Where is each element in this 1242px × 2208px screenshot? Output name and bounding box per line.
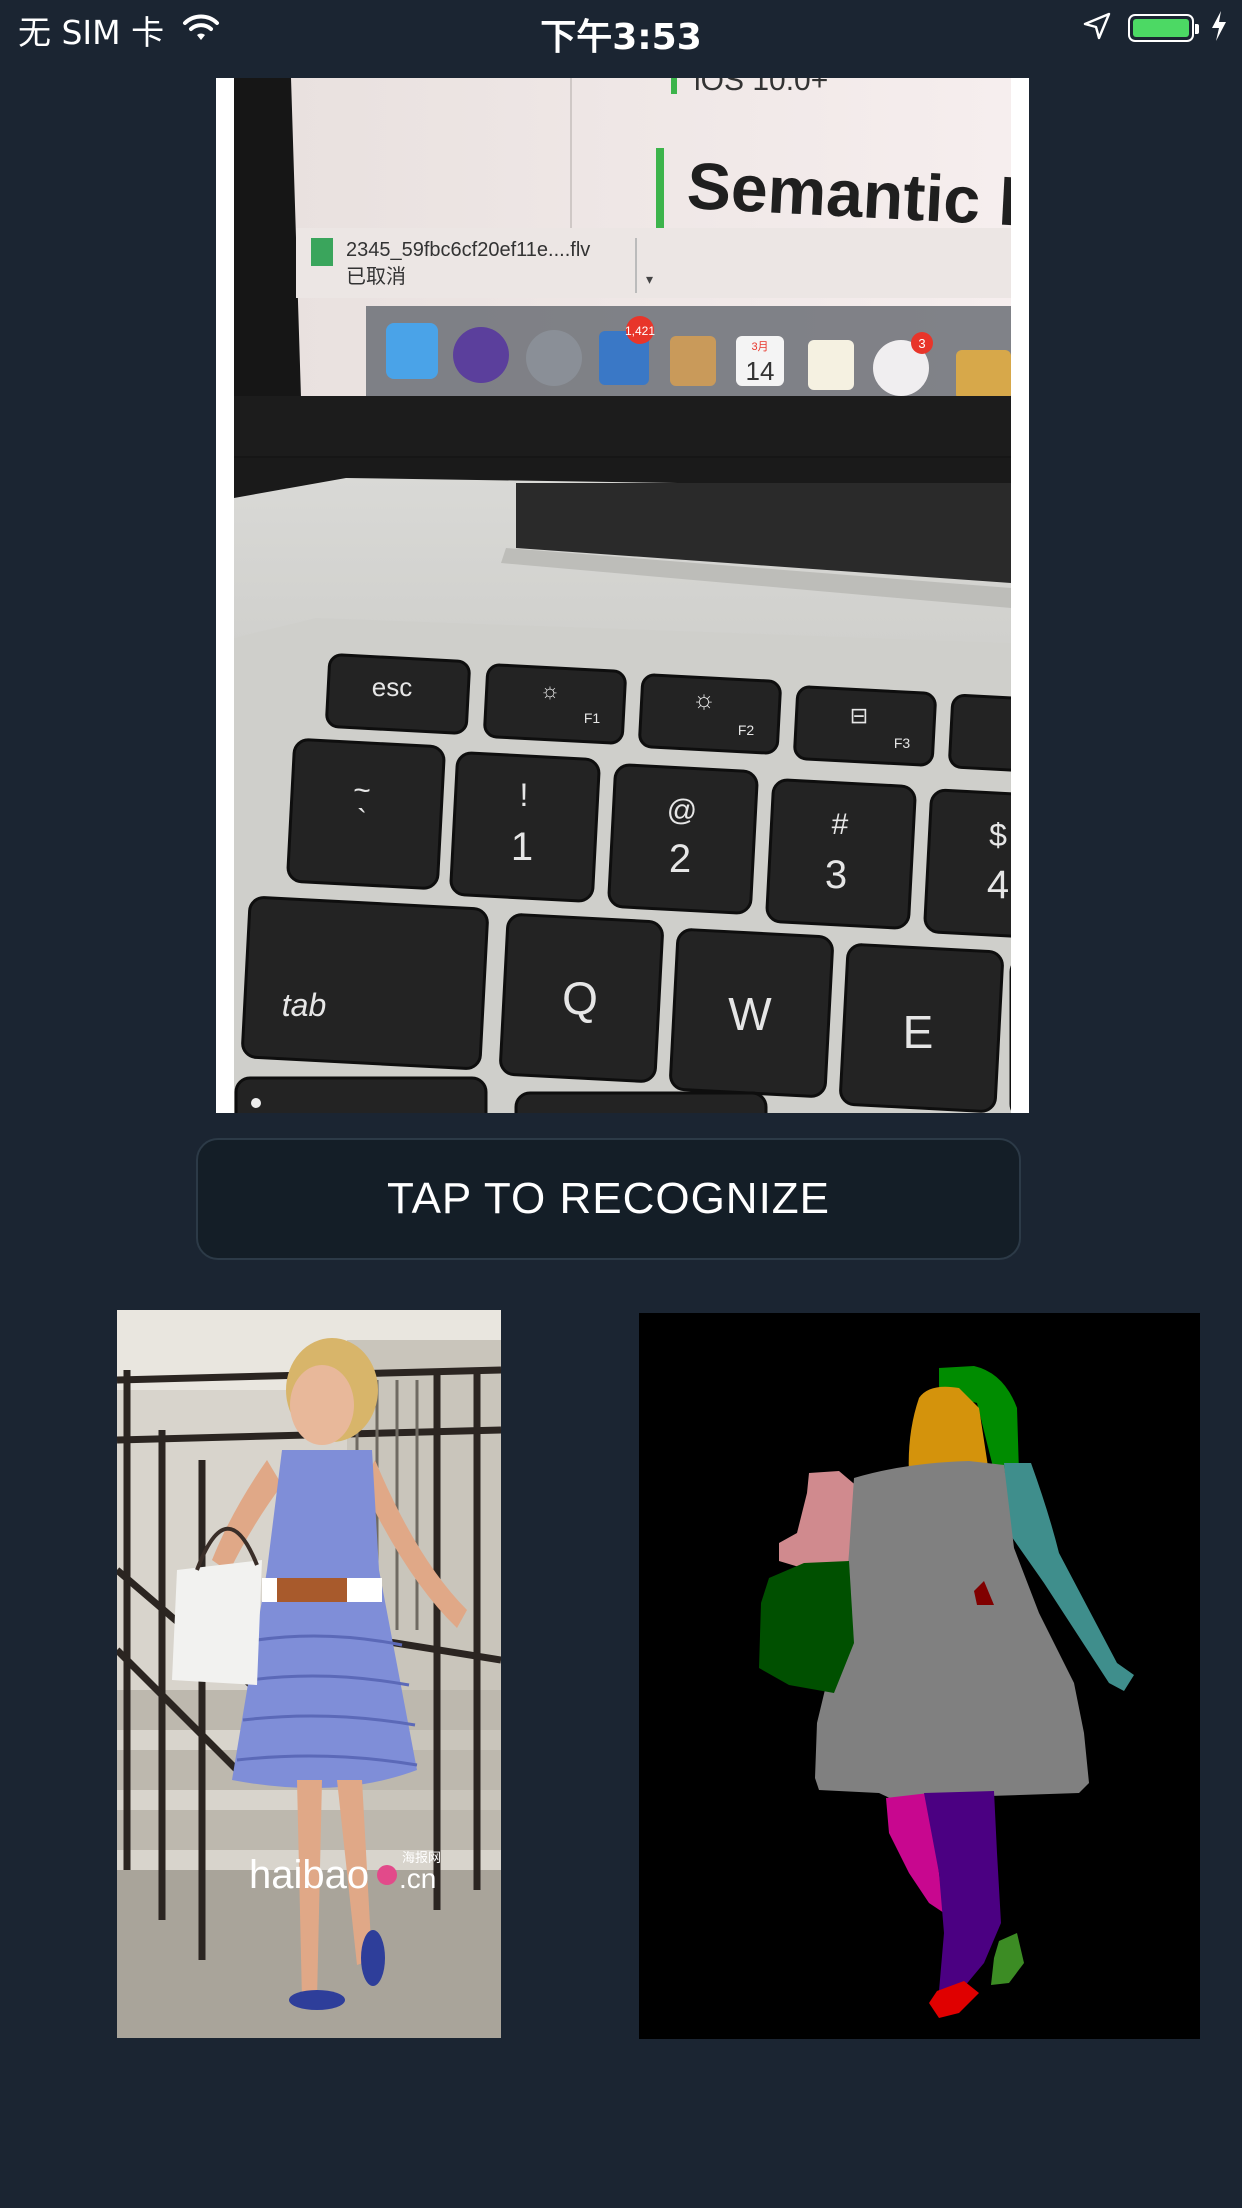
- key-esc: esc: [372, 672, 412, 702]
- status-time: 下午3:53: [540, 17, 702, 58]
- key-2-bottom: 2: [669, 837, 691, 881]
- notes-icon: [808, 340, 854, 390]
- download-filename: 2345_59fbc6cf20ef11e....flv: [346, 239, 590, 261]
- key-3-top: #: [832, 808, 849, 841]
- key-tilde-bottom: `: [357, 804, 367, 837]
- battery-icon: [1128, 14, 1199, 42]
- key-3-bottom: 3: [825, 853, 847, 897]
- source-photo: iOS 10.0+ Semantic la 2345_59fbc6cf20ef1…: [216, 78, 1029, 1113]
- key-tab: tab: [282, 987, 326, 1023]
- file-icon: [311, 238, 333, 266]
- battery-fill: [1133, 19, 1189, 37]
- app-screen: 无 SIM 卡 下午3:53 iOS 10.0+ Semantic la 234…: [0, 0, 1242, 2208]
- launchpad-icon: [526, 330, 582, 386]
- photos-badge: 3: [918, 336, 925, 351]
- key-1-bottom: 1: [511, 825, 533, 869]
- key-q: Q: [562, 972, 598, 1024]
- sun-small-icon: ☼: [540, 678, 560, 703]
- key-f3: F3: [894, 735, 911, 751]
- contacts-icon: [670, 336, 716, 386]
- mission-control-icon: ⊟: [850, 703, 868, 728]
- chevron-down-icon: ▾: [646, 271, 653, 287]
- status-right: [1082, 10, 1228, 46]
- watermark-main: haibao: [249, 1853, 369, 1897]
- calendar-day: 14: [746, 356, 775, 386]
- key-f2: F2: [738, 722, 755, 738]
- key-4-bottom: 4: [987, 863, 1009, 907]
- preview-icon: [956, 350, 1011, 400]
- location-arrow-icon: [1082, 11, 1112, 45]
- battery-tip: [1195, 24, 1199, 34]
- siri-icon: [453, 327, 509, 383]
- watermark-suffix: .cn: [399, 1863, 436, 1894]
- calendar-month: 3月: [751, 341, 768, 353]
- sun-large-icon: ☼: [692, 684, 716, 714]
- status-bar: 无 SIM 卡 下午3:53: [0, 0, 1242, 60]
- key-e: E: [903, 1006, 934, 1058]
- key-f1: F1: [584, 710, 601, 726]
- key-w: W: [728, 988, 772, 1040]
- recognize-button[interactable]: TAP TO RECOGNIZE: [196, 1138, 1021, 1260]
- screen-ios-version: iOS 10.0+: [694, 78, 828, 97]
- key-2-top: @: [667, 794, 697, 827]
- key-1-top: !: [520, 777, 529, 813]
- finder-icon: [386, 323, 438, 379]
- download-status: 已取消: [346, 265, 406, 288]
- mask-bag: [759, 1561, 854, 1693]
- watermark-flower-icon: [377, 1865, 397, 1885]
- charging-bolt-icon: [1210, 10, 1228, 46]
- key-4-top: $: [989, 817, 1007, 853]
- key-tilde-top: ~: [353, 774, 371, 807]
- input-photo: haibao .cn 海报网: [117, 1310, 501, 2038]
- watermark-cn: 海报网: [402, 1850, 441, 1865]
- segmentation-mask: [639, 1313, 1200, 2039]
- mail-badge: 1,421: [625, 324, 655, 338]
